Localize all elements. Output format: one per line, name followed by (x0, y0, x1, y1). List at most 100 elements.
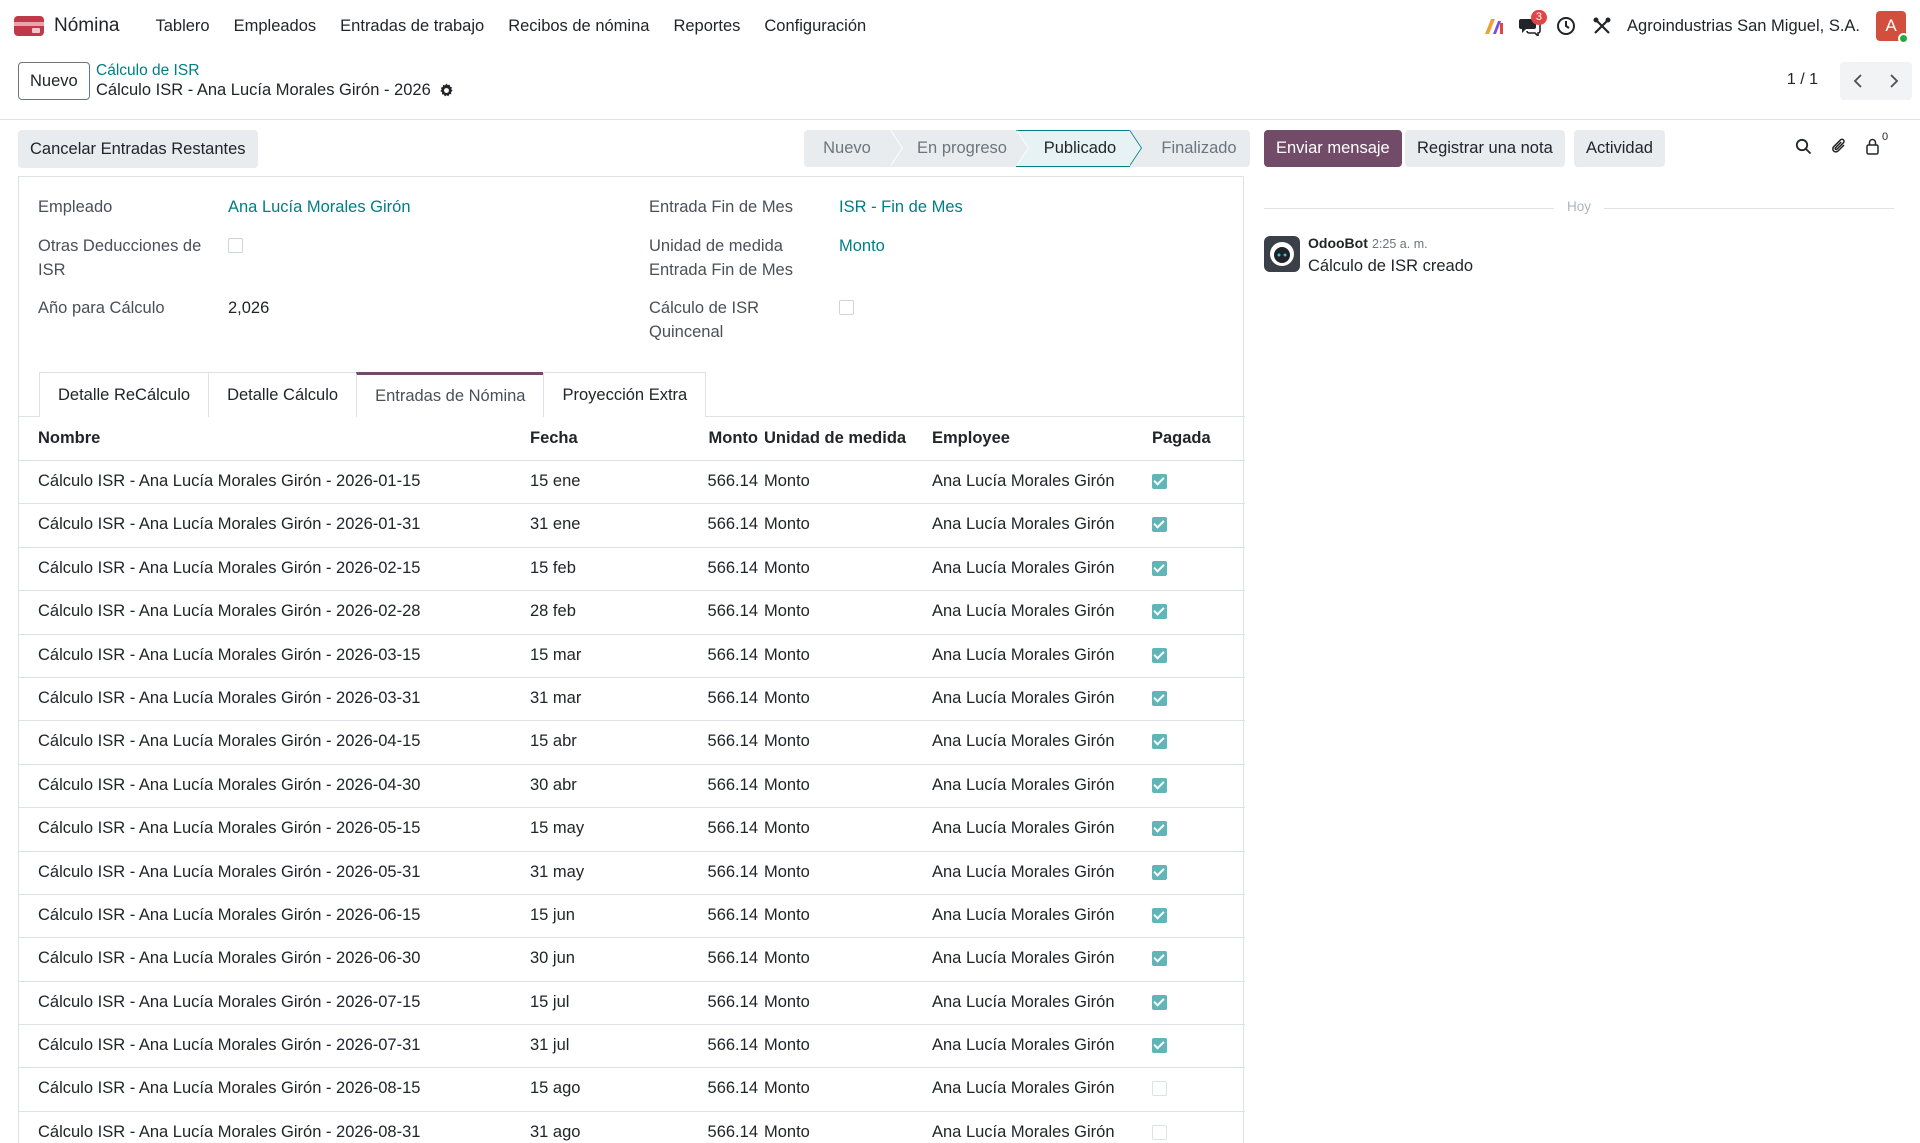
payroll-app-icon[interactable] (14, 16, 44, 36)
menu-tablero[interactable]: Tablero (143, 17, 221, 36)
cell-monto: 566.14 (707, 819, 758, 838)
cell-unidad: Monto (764, 472, 810, 490)
cancel-remaining-entries-button[interactable]: Cancelar Entradas Restantes (18, 130, 258, 168)
cell-fecha: 31 mar (530, 688, 582, 707)
user-avatar[interactable]: A (1876, 11, 1909, 44)
paid-checkbox[interactable] (1152, 560, 1167, 576)
cell-unidad: Monto (764, 862, 810, 881)
paid-checkbox[interactable] (1152, 474, 1167, 489)
paid-checkbox[interactable] (1152, 604, 1167, 620)
gear-icon[interactable] (439, 83, 454, 98)
biweekly-checkbox[interactable] (839, 300, 854, 315)
control-panel: Nuevo Cálculo de ISR Cálculo ISR - Ana L… (0, 52, 1920, 120)
column-header-fecha[interactable]: Fecha (530, 429, 578, 448)
messages-icon[interactable]: 3 (1513, 9, 1548, 43)
menu-recibos-de-nomina[interactable]: Recibos de nómina (496, 17, 661, 36)
cell-fecha: 30 abr (530, 775, 577, 794)
pager-next-button[interactable] (1876, 62, 1912, 100)
stage-finalizado[interactable]: Finalizado (1130, 130, 1250, 167)
table-row[interactable]: Cálculo ISR - Ana Lucía Morales Girón - … (19, 591, 1245, 635)
odoobot-avatar[interactable] (1264, 236, 1300, 272)
table-row[interactable]: Cálculo ISR - Ana Lucía Morales Girón - … (19, 1112, 1245, 1143)
paid-checkbox[interactable] (1152, 517, 1167, 533)
search-icon[interactable] (1793, 136, 1813, 156)
table-row[interactable]: Cálculo ISR - Ana Lucía Morales Girón - … (19, 765, 1245, 809)
followers-icon[interactable]: 0 (1865, 131, 1889, 156)
activity-button[interactable]: Actividad (1574, 130, 1665, 167)
table-row[interactable]: Cálculo ISR - Ana Lucía Morales Girón - … (19, 852, 1245, 895)
cell-fecha: 15 mar (530, 645, 582, 664)
chevron-left-icon (1853, 74, 1862, 88)
cell-monto: 566.14 (707, 688, 758, 707)
table-row[interactable]: Cálculo ISR - Ana Lucía Morales Girón - … (19, 982, 1245, 1026)
biweekly-label: Cálculo de ISR Quincenal (649, 299, 760, 341)
paid-checkbox[interactable] (1152, 864, 1167, 880)
menu-entradas-de-trabajo[interactable]: Entradas de trabajo (328, 17, 496, 36)
month-end-entry-field[interactable]: ISR - Fin de Mes (839, 195, 963, 219)
employee-field[interactable]: Ana Lucía Morales Girón (228, 195, 411, 219)
stage-nuevo[interactable]: Nuevo (804, 130, 903, 167)
paid-checkbox[interactable] (1152, 1124, 1167, 1140)
tab-detalle-calculo[interactable]: Detalle Cálculo (208, 372, 358, 417)
column-header-pagada[interactable]: Pagada (1152, 429, 1211, 448)
new-record-button[interactable]: Nuevo (18, 62, 90, 100)
stage-publicado[interactable]: Publicado (1016, 130, 1142, 167)
log-note-button[interactable]: Registrar una nota (1405, 130, 1565, 167)
cell-monto: 566.14 (707, 1122, 758, 1141)
app-name[interactable]: Nómina (54, 15, 119, 37)
cell-fecha: 31 ago (530, 1122, 581, 1141)
tab-detalle-recalculo[interactable]: Detalle ReCálculo (39, 372, 210, 417)
message-author[interactable]: OdooBot (1308, 235, 1368, 251)
column-header-monto[interactable]: Monto (709, 429, 758, 448)
uom-field[interactable]: Monto (839, 234, 885, 258)
pager-value[interactable]: 1 / 1 (1787, 71, 1818, 89)
activity-clock-icon[interactable] (1549, 9, 1583, 43)
debug-tools-icon[interactable] (1585, 9, 1619, 43)
table-row[interactable]: Cálculo ISR - Ana Lucía Morales Girón - … (19, 938, 1245, 982)
tab-proyeccion-extra[interactable]: Proyección Extra (543, 372, 707, 417)
paid-checkbox[interactable] (1152, 907, 1167, 923)
paid-checkbox[interactable] (1152, 994, 1167, 1010)
company-switcher[interactable]: Agroindustrias San Miguel, S.A. (1627, 17, 1860, 36)
year-field[interactable]: 2,026 (228, 296, 269, 320)
table-row[interactable]: Cálculo ISR - Ana Lucía Morales Girón - … (19, 461, 1245, 505)
table-row[interactable]: Cálculo ISR - Ana Lucía Morales Girón - … (19, 895, 1245, 939)
table-row[interactable]: Cálculo ISR - Ana Lucía Morales Girón - … (19, 721, 1245, 765)
column-header-unidad[interactable]: Unidad de medida (764, 429, 906, 448)
column-header-employee[interactable]: Employee (932, 429, 1010, 448)
column-header-nombre[interactable]: Nombre (38, 429, 100, 448)
paid-checkbox[interactable] (1152, 1081, 1167, 1097)
ai-icon[interactable] (1477, 9, 1511, 43)
table-row[interactable]: Cálculo ISR - Ana Lucía Morales Girón - … (19, 1025, 1245, 1069)
followers-count: 0 (1882, 131, 1889, 143)
table-row[interactable]: Cálculo ISR - Ana Lucía Morales Girón - … (19, 635, 1245, 678)
table-header: Nombre Fecha Monto Unidad de medida Empl… (19, 417, 1245, 461)
menu-empleados[interactable]: Empleados (222, 17, 329, 36)
table-row[interactable]: Cálculo ISR - Ana Lucía Morales Girón - … (19, 548, 1245, 592)
paid-checkbox[interactable] (1152, 1038, 1167, 1054)
cell-nombre: Cálculo ISR - Ana Lucía Morales Girón - … (38, 688, 421, 707)
paperclip-icon[interactable] (1829, 136, 1849, 156)
menu-configuracion[interactable]: Configuración (752, 17, 878, 36)
table-row[interactable]: Cálculo ISR - Ana Lucía Morales Girón - … (19, 1068, 1245, 1112)
paid-checkbox[interactable] (1152, 777, 1167, 793)
paid-checkbox[interactable] (1152, 647, 1167, 663)
cell-employee: Ana Lucía Morales Girón (932, 992, 1115, 1011)
paid-checkbox[interactable] (1152, 690, 1167, 706)
table-row[interactable]: Cálculo ISR - Ana Lucía Morales Girón - … (19, 678, 1245, 722)
paid-checkbox[interactable] (1152, 734, 1167, 750)
online-status-dot (1898, 33, 1909, 44)
paid-checkbox[interactable] (1152, 821, 1167, 837)
other-deductions-checkbox[interactable] (228, 238, 243, 253)
breadcrumb-parent-link[interactable]: Cálculo de ISR (96, 62, 199, 80)
cell-monto: 566.14 (707, 732, 758, 751)
table-row[interactable]: Cálculo ISR - Ana Lucía Morales Girón - … (19, 504, 1245, 548)
menu-reportes[interactable]: Reportes (661, 17, 752, 36)
tab-entradas-de-nomina[interactable]: Entradas de Nómina (356, 372, 545, 417)
table-row[interactable]: Cálculo ISR - Ana Lucía Morales Girón - … (19, 808, 1245, 852)
stage-en-progreso[interactable]: En progreso (890, 130, 1029, 167)
pager-previous-button[interactable] (1840, 62, 1876, 100)
send-message-button[interactable]: Enviar mensaje (1264, 130, 1402, 167)
main-menu: Tablero Empleados Entradas de trabajo Re… (143, 17, 878, 36)
paid-checkbox[interactable] (1152, 951, 1167, 967)
